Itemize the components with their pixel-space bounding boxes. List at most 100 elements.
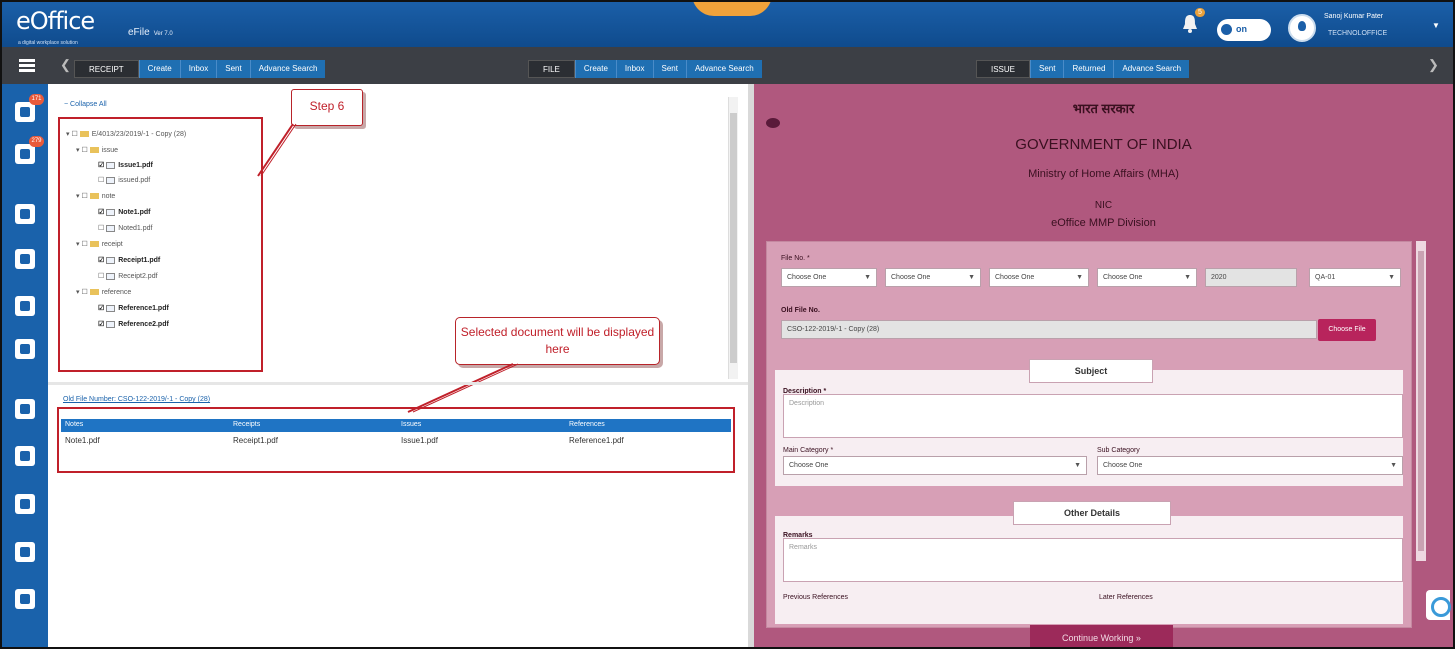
cell-reference[interactable]: Reference1.pdf [569,436,624,445]
scroll-thumb[interactable] [730,113,737,363]
form-scrollbar[interactable] [1416,241,1426,561]
folder-icon [89,147,99,154]
file-tree-highlight: ▾ ☐ E/4013/23/2019/-1 - Copy (28) ▾ ☐ is… [58,117,263,372]
table-row[interactable]: Note1.pdf Receipt1.pdf Issue1.pdf Refere… [61,433,731,449]
computer-no-select[interactable]: QA-01 ▼ [1309,268,1401,287]
description-textarea[interactable]: Description [783,394,1403,438]
nav-receipt-head[interactable]: RECEIPT [74,60,139,78]
nav-issue-sent[interactable]: Sent [1030,60,1064,78]
pdf-icon [106,161,116,169]
tree-file-note1[interactable]: ☑ Note1.pdf [98,208,151,216]
file-no-select-3[interactable]: Choose One ▼ [989,268,1089,287]
pdf-icon [106,224,116,232]
remarks-textarea[interactable]: Remarks [783,538,1403,582]
collapse-all-link[interactable]: − Collapse All [64,101,107,108]
chevron-down-icon: ▼ [1390,462,1397,469]
selected-pointer-line [407,363,514,413]
tree-file-issued[interactable]: ☐ issued.pdf [98,176,150,184]
chevron-right-icon[interactable]: ❯ [1428,57,1439,73]
document-table-header: Notes Receipts Issues References [61,419,731,432]
mobile-icon[interactable] [15,399,35,419]
refresh-icon[interactable] [1426,590,1451,620]
chevron-left-icon[interactable]: ❮ [60,57,71,73]
hamburger-menu-icon[interactable] [19,59,35,72]
panel-splitter[interactable] [48,382,748,385]
step-pointer-line [257,123,294,177]
nav-issue-head[interactable]: ISSUE [976,60,1031,78]
file-no-select-4[interactable]: Choose One ▼ [1097,268,1197,287]
logo-text: eOffice [16,7,95,35]
header-receipts[interactable]: Receipts [233,421,260,428]
tree-folder-note[interactable]: ▾ ☐ note [76,192,115,200]
tree-file-issue1[interactable]: ☑ Issue1.pdf [98,161,153,169]
tree-file-reference1[interactable]: ☑ Reference1.pdf [98,304,169,312]
sub-category-select[interactable]: Choose One ▼ [1097,456,1403,475]
receipt-icon[interactable] [15,102,35,122]
nav-file-inbox[interactable]: Inbox [615,60,653,78]
cell-receipt[interactable]: Receipt1.pdf [233,436,278,445]
nav-file-head[interactable]: FILE [528,60,575,78]
choose-file-button[interactable]: Choose File [1318,319,1376,341]
continue-working-button[interactable]: Continue Working » [1030,625,1173,647]
nav-file-create[interactable]: Create [574,60,616,78]
file-no-select-2[interactable]: Choose One ▼ [885,268,981,287]
nav-issue-advance-search[interactable]: Advance Search [1113,60,1190,78]
sidebar: 171 279 [2,84,48,647]
tree-file-noted1[interactable]: ☐ Noted1.pdf [98,224,152,232]
left-panel: − Collapse All ▾ ☐ E/4013/23/2019/-1 - C… [48,84,748,647]
ministry-title: Ministry of Home Affairs (MHA) [1028,168,1179,180]
tree-scrollbar[interactable] [728,97,738,379]
eoffice-logo[interactable]: eOffice a digital workplace solution eFi… [16,7,173,46]
nav-receipt-advance-search[interactable]: Advance Search [249,60,326,78]
top-header: eOffice a digital workplace solution eFi… [2,2,1453,47]
folder-icon [89,193,99,200]
transfer-icon[interactable] [15,339,35,359]
record-icon[interactable] [15,446,35,466]
chevron-down-icon: ▼ [1184,274,1191,281]
folder-icon [89,289,99,296]
later-references-label: Later References [1099,594,1153,601]
nav-file-sent[interactable]: Sent [652,60,686,78]
archive-icon[interactable] [15,494,35,514]
header-issues[interactable]: Issues [401,421,421,428]
tree-root[interactable]: ▾ ☐ E/4013/23/2019/-1 - Copy (28) [66,130,186,138]
previous-references-label: Previous References [783,594,848,601]
file-form-panel: भारत सरकार GOVERNMENT OF INDIA Ministry … [754,84,1453,647]
other-details-section-title: Other Details [1013,501,1171,525]
file-no-select-1[interactable]: Choose One ▼ [781,268,877,287]
cell-note[interactable]: Note1.pdf [65,436,100,445]
pin-icon[interactable] [766,118,780,128]
tree-folder-reference[interactable]: ▾ ☐ reference [76,288,131,296]
tree-folder-issue[interactable]: ▾ ☐ issue [76,146,118,154]
printer-icon[interactable] [15,542,35,562]
toggle-dot-icon [1221,24,1232,35]
user-name[interactable]: Sanoj Kumar Pater [1324,13,1383,20]
tree-folder-receipt[interactable]: ▾ ☐ receipt [76,240,123,248]
nav-receipt-sent[interactable]: Sent [216,60,250,78]
header-references[interactable]: References [569,421,605,428]
receipt-count-badge: 171 [29,94,44,105]
tree-file-receipt2[interactable]: ☐ Receipt2.pdf [98,272,158,280]
cell-issue[interactable]: Issue1.pdf [401,436,438,445]
nav-receipt-inbox[interactable]: Inbox [179,60,217,78]
dak-icon[interactable] [15,204,35,224]
main-category-select[interactable]: Choose One ▼ [783,456,1087,475]
tree-file-receipt1[interactable]: ☑ Receipt1.pdf [98,256,160,264]
movement-icon[interactable] [15,296,35,316]
header-notes[interactable]: Notes [65,421,83,428]
tree-file-reference2[interactable]: ☑ Reference2.pdf [98,320,169,329]
old-file-number-link[interactable]: Old File Number: CSO-122-2019/-1 - Copy … [63,396,210,403]
nav-file-advance-search[interactable]: Advance Search [685,60,762,78]
chevron-down-icon[interactable]: ▼ [1432,21,1440,30]
settings-icon[interactable] [15,589,35,609]
avatar[interactable] [1288,14,1316,42]
home-icon[interactable] [15,249,35,269]
status-toggle[interactable]: on [1217,19,1271,41]
nav-receipt-create[interactable]: Create [138,60,180,78]
file-icon[interactable] [15,144,35,164]
nav-issue-returned[interactable]: Returned [1063,60,1114,78]
center-tab-handle[interactable] [692,2,772,16]
scroll-thumb[interactable] [1418,251,1424,551]
bell-icon[interactable] [1182,14,1198,34]
chevron-down-icon: ▼ [864,274,871,281]
